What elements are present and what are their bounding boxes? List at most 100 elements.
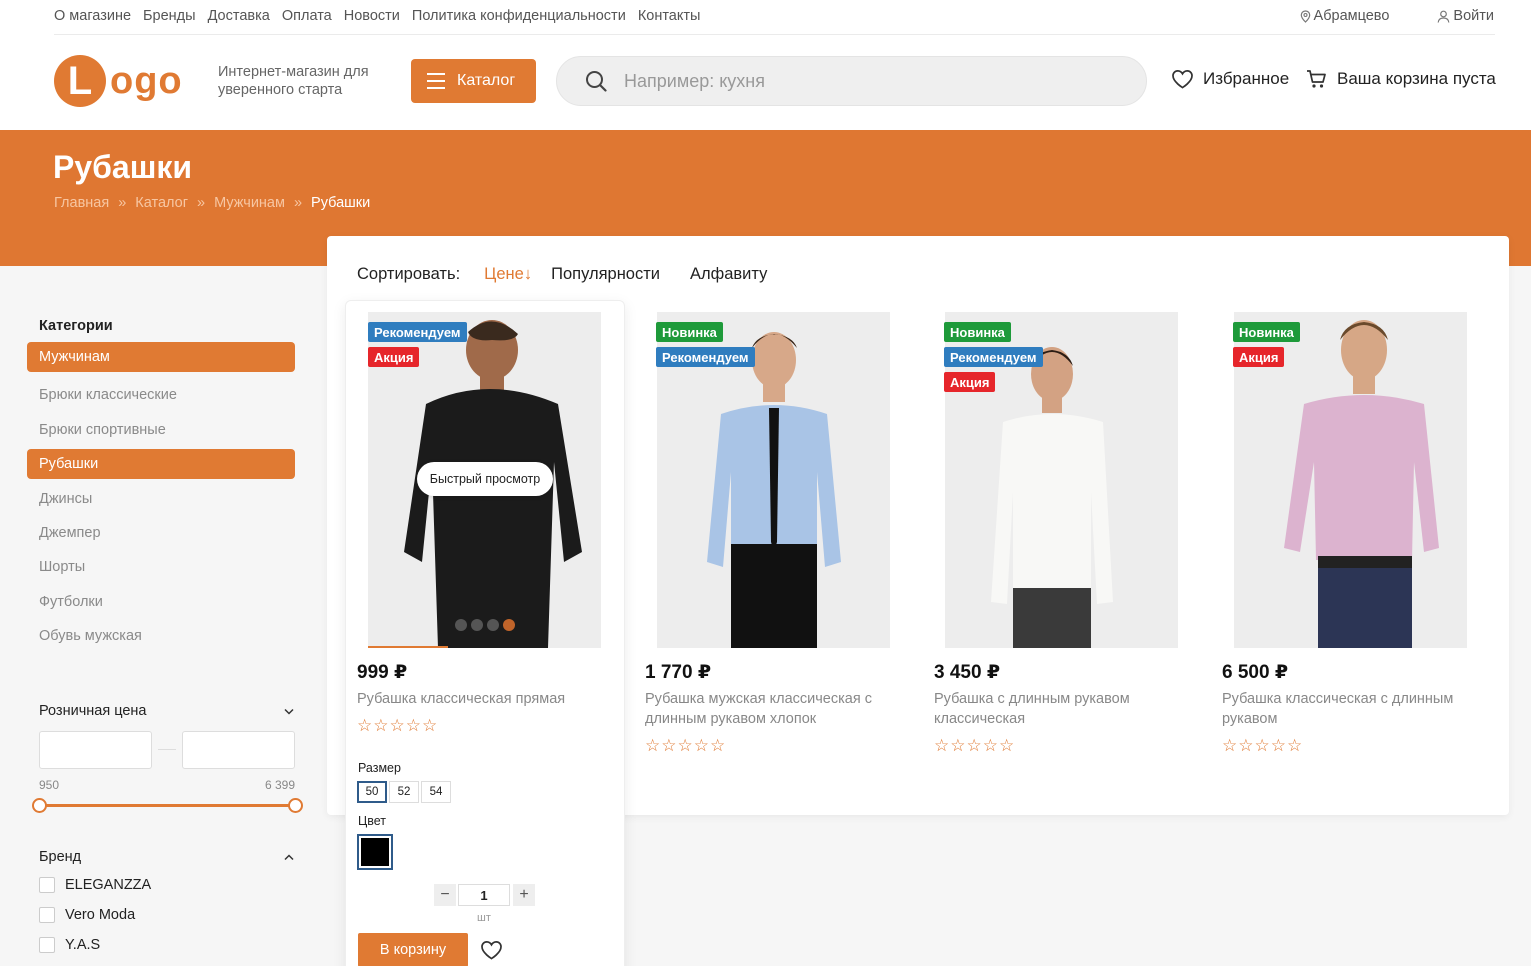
location-label: Абрамцево (1313, 8, 1390, 24)
price-filter-title[interactable]: Розничная цена (39, 703, 146, 719)
nav-delivery[interactable]: Доставка (208, 8, 270, 24)
badge-sale: Акция (1233, 347, 1285, 367)
brand-checkbox[interactable] (39, 877, 55, 893)
cart-link[interactable]: Ваша корзина пуста (1306, 69, 1496, 89)
search-icon[interactable] (585, 70, 607, 92)
brand-option[interactable]: ELEGANZZA (39, 877, 151, 893)
logo-text: ogo (110, 59, 183, 102)
top-right: Абрамцево Войти (1300, 8, 1494, 24)
slogan: Интернет-магазин для уверенного старта (218, 64, 369, 98)
rating-stars[interactable]: ☆☆☆☆☆ (1222, 736, 1303, 756)
crumb-catalog[interactable]: Каталог (135, 195, 188, 211)
category-men[interactable]: Мужчинам (27, 342, 295, 372)
badge-new: Новинка (944, 322, 1011, 342)
product-name[interactable]: Рубашка классическая прямая (357, 689, 602, 709)
carousel-dot[interactable] (471, 619, 483, 631)
price-slider-track[interactable] (39, 804, 295, 807)
category-sport-trousers[interactable]: Брюки спортивные (27, 415, 295, 445)
sort-price-label: Цене (484, 265, 524, 283)
quantity-unit: шт (477, 912, 491, 924)
carousel-dot[interactable] (487, 619, 499, 631)
location-link[interactable]: Абрамцево (1300, 8, 1390, 24)
cart-label: Ваша корзина пуста (1337, 69, 1496, 88)
badge-recommend: Рекомендуем (944, 347, 1043, 367)
catalog-button[interactable]: Каталог (411, 59, 536, 103)
price-slider-min-handle[interactable] (32, 798, 47, 813)
nav-payment[interactable]: Оплата (282, 8, 332, 24)
category-classic-trousers[interactable]: Брюки классические (27, 380, 295, 410)
nav-privacy[interactable]: Политика конфиденциальности (412, 8, 626, 24)
category-shirts[interactable]: Рубашки (27, 449, 295, 479)
favorites-label: Избранное (1203, 69, 1290, 88)
rating-stars[interactable]: ☆☆☆☆☆ (645, 736, 726, 756)
product-price: 999 ₽ (357, 662, 408, 683)
rating-stars[interactable]: ☆☆☆☆☆ (934, 736, 1015, 756)
brand-checkbox[interactable] (39, 937, 55, 953)
quantity-increase-button[interactable]: + (513, 884, 535, 906)
rating-stars[interactable]: ☆☆☆☆☆ (357, 716, 438, 736)
category-shorts[interactable]: Шорты (27, 552, 295, 582)
image-progress-bar (368, 646, 448, 648)
category-tshirts[interactable]: Футболки (27, 587, 295, 617)
product-name[interactable]: Рубашка с длинным рукавом классическая (934, 689, 1179, 729)
logo-mark: L (54, 55, 106, 107)
brand-option[interactable]: Vero Moda (39, 907, 135, 923)
nav-news[interactable]: Новости (344, 8, 400, 24)
brand-label: Y.A.S (65, 937, 101, 953)
cart-icon (1307, 70, 1326, 88)
sort-by-alphabet[interactable]: Алфавиту (690, 265, 767, 284)
product-price: 3 450 ₽ (934, 662, 1001, 683)
quick-view-button[interactable]: Быстрый просмотр (417, 462, 553, 496)
add-to-cart-button[interactable]: В корзину (358, 933, 468, 966)
search-bar (556, 56, 1147, 106)
product-price: 1 770 ₽ (645, 662, 712, 683)
brand-checkbox[interactable] (39, 907, 55, 923)
category-men-shoes[interactable]: Обувь мужская (27, 621, 295, 651)
user-icon (1438, 10, 1450, 23)
heart-icon[interactable] (480, 940, 503, 960)
favorites-link[interactable]: Избранное (1171, 69, 1289, 89)
logo[interactable]: L ogo (54, 55, 183, 107)
brand-filter-title[interactable]: Бренд (39, 849, 81, 865)
chevron-down-icon[interactable] (284, 708, 294, 715)
product-name[interactable]: Рубашка классическая с длинным рукавом (1222, 689, 1467, 729)
login-link[interactable]: Войти (1437, 8, 1494, 24)
nav-about[interactable]: О магазине (54, 8, 131, 24)
badge-recommend: Рекомендуем (656, 347, 755, 367)
size-option-selected[interactable]: 50 (357, 781, 387, 803)
size-label: Размер (358, 761, 401, 775)
login-label: Войти (1453, 8, 1494, 24)
carousel-dot[interactable] (455, 619, 467, 631)
badge-new: Новинка (656, 322, 723, 342)
crumb-men[interactable]: Мужчинам (214, 195, 285, 211)
size-option[interactable]: 52 (389, 781, 419, 803)
carousel-dot-active[interactable] (503, 619, 515, 631)
sort-by-popularity[interactable]: Популярности (551, 265, 660, 284)
sort-by-price[interactable]: Цене↓ (484, 265, 532, 284)
quantity-decrease-button[interactable]: − (434, 884, 456, 906)
page-title: Рубашки (53, 149, 193, 185)
brand-label: Vero Moda (65, 907, 136, 923)
product-name[interactable]: Рубашка мужская классическая с длинным р… (645, 689, 890, 729)
search-input[interactable] (624, 70, 1104, 92)
chevron-up-icon[interactable] (284, 854, 294, 861)
quantity-value[interactable]: 1 (458, 884, 510, 906)
crumb-separator: » (197, 195, 206, 211)
menu-icon (427, 73, 445, 89)
brand-label: ELEGANZZA (65, 877, 152, 893)
image-carousel-dots (455, 619, 515, 631)
nav-contacts[interactable]: Контакты (638, 8, 701, 24)
header-divider (54, 34, 1495, 35)
size-option[interactable]: 54 (421, 781, 451, 803)
nav-brands[interactable]: Бренды (143, 8, 196, 24)
price-max-input[interactable] (182, 731, 295, 769)
price-min-input[interactable] (39, 731, 152, 769)
brand-option[interactable]: Y.A.S (39, 937, 100, 953)
category-jeans[interactable]: Джинсы (27, 484, 295, 514)
category-jumper[interactable]: Джемпер (27, 518, 295, 548)
color-label: Цвет (358, 814, 387, 828)
sort-label: Сортировать: (357, 265, 461, 283)
color-swatch-black[interactable] (357, 834, 393, 870)
price-slider-max-handle[interactable] (288, 798, 303, 813)
crumb-home[interactable]: Главная (54, 195, 109, 211)
